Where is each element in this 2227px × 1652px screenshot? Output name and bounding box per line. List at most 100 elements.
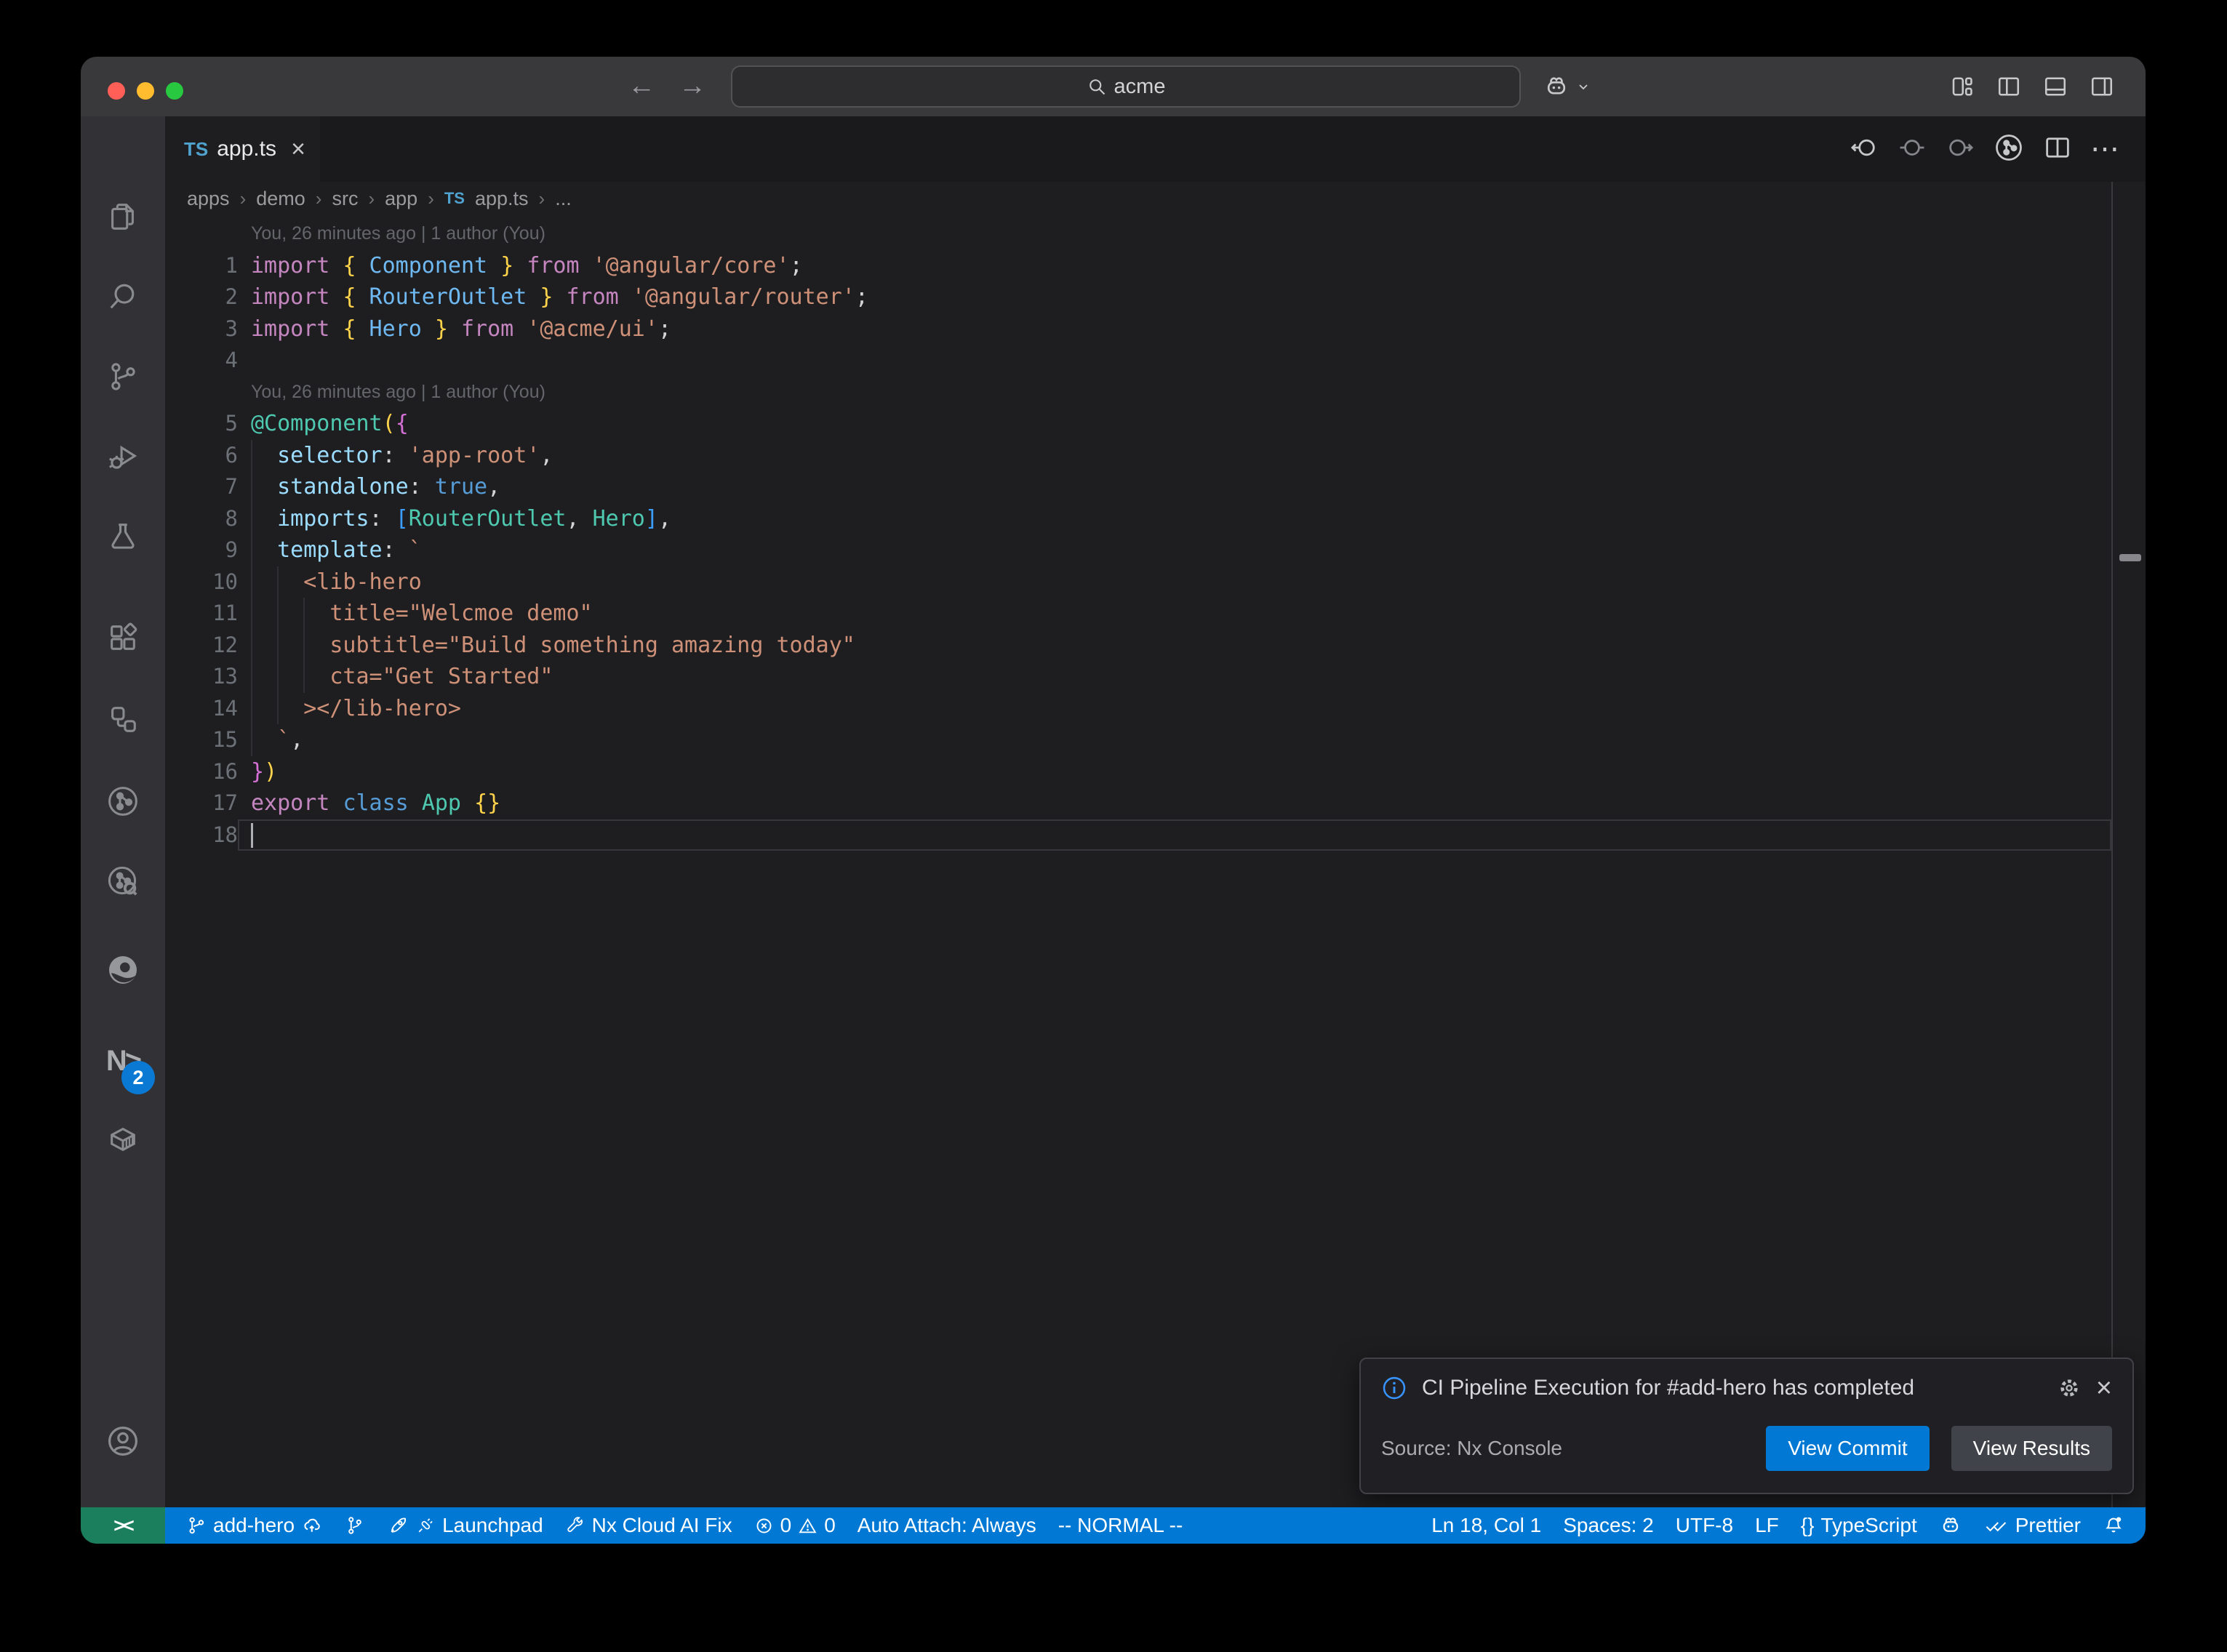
code-line[interactable]: 6 selector: 'app-root', <box>165 440 2111 472</box>
remote-indicator[interactable]: >< <box>81 1507 165 1544</box>
encoding-item[interactable]: UTF-8 <box>1665 1507 1744 1544</box>
notification-source: Source: Nx Console <box>1381 1437 1766 1460</box>
eol-item[interactable]: LF <box>1744 1507 1790 1544</box>
indent-guide <box>251 598 252 630</box>
nx-console-icon[interactable]: N> 2 <box>92 1030 153 1091</box>
copilot-status-item[interactable] <box>1928 1507 1973 1544</box>
code-line[interactable]: 11 title="Welcmoe demo" <box>165 598 2111 630</box>
indent-guide <box>303 661 305 693</box>
minimize-window-button[interactable] <box>137 82 154 100</box>
code-line[interactable]: 10 <lib-hero <box>165 566 2111 598</box>
code-line[interactable]: 3import { Hero } from '@acme/ui'; <box>165 313 2111 345</box>
copilot-menu[interactable] <box>1543 57 1591 116</box>
explorer-icon[interactable] <box>92 186 153 247</box>
timeline-current-icon[interactable] <box>1897 132 1927 167</box>
window-controls <box>108 82 183 100</box>
extensions-icon[interactable] <box>92 607 153 668</box>
vim-mode-item[interactable]: -- NORMAL -- <box>1047 1507 1194 1544</box>
notifications-bell-item[interactable] <box>2092 1507 2135 1544</box>
code-line[interactable]: 15 `, <box>165 724 2111 756</box>
testing-icon[interactable] <box>92 506 153 567</box>
code-line[interactable]: 1import { Component } from '@angular/cor… <box>165 250 2111 282</box>
toggle-secondary-sidebar-icon[interactable] <box>2089 73 2115 100</box>
cursor-position-item[interactable]: Ln 18, Col 1 <box>1420 1507 1552 1544</box>
view-results-button[interactable]: View Results <box>1951 1426 2112 1471</box>
problems-item[interactable]: 0 0 <box>743 1507 847 1544</box>
history-forward-button[interactable]: → <box>674 57 711 116</box>
git-branch-item[interactable]: add-hero <box>175 1507 334 1544</box>
nx-graph-search-icon[interactable] <box>92 851 153 912</box>
wrench-icon <box>565 1515 585 1536</box>
timeline-back-icon[interactable] <box>1849 132 1879 167</box>
editor-scrollbar[interactable] <box>2111 182 2146 1507</box>
toggle-panel-icon[interactable] <box>2042 73 2068 100</box>
maximize-window-button[interactable] <box>166 82 183 100</box>
prettier-item[interactable]: Prettier <box>1973 1507 2092 1544</box>
code-editor[interactable]: You, 26 minutes ago | 1 author (You) 1imp… <box>165 218 2111 851</box>
git-graph-item[interactable] <box>334 1507 376 1544</box>
close-window-button[interactable] <box>108 82 125 100</box>
breadcrumb-separator: › <box>428 188 434 210</box>
source-control-icon[interactable] <box>92 346 153 407</box>
timeline-forward-icon[interactable] <box>1945 132 1975 167</box>
indent-guide <box>251 724 252 756</box>
split-editor-icon[interactable] <box>2042 132 2073 167</box>
account-icon[interactable] <box>92 1411 153 1472</box>
breadcrumb-separator: › <box>539 188 545 210</box>
tab-app-ts[interactable]: TS app.ts × <box>165 116 320 182</box>
code-line[interactable]: 4 <box>165 345 2111 377</box>
auto-attach-item[interactable]: Auto Attach: Always <box>847 1507 1047 1544</box>
breadcrumb-item[interactable]: demo <box>256 188 305 210</box>
rocket-icon <box>387 1515 409 1536</box>
line-number: 14 <box>165 693 238 725</box>
vscode-window: ← → acme <box>81 57 2146 1544</box>
code-line[interactable]: 7 standalone: true, <box>165 471 2111 503</box>
customize-layout-icon[interactable] <box>1949 73 1975 100</box>
project-references-icon[interactable] <box>92 689 153 750</box>
more-actions-icon[interactable]: ⋯ <box>2090 135 2119 164</box>
code-line[interactable]: 18 <box>165 819 2111 851</box>
code-line[interactable]: 5@Component({ <box>165 408 2111 440</box>
indent-guide <box>277 661 279 693</box>
code-line[interactable]: 12 subtitle="Build something amazing tod… <box>165 630 2111 662</box>
code-line[interactable]: 13 cta="Get Started" <box>165 661 2111 693</box>
code-line[interactable]: 14 ></lib-hero> <box>165 693 2111 725</box>
line-number: 6 <box>165 440 238 472</box>
warning-count: 0 <box>824 1514 836 1537</box>
breadcrumb-item[interactable]: src <box>332 188 358 210</box>
close-tab-icon[interactable]: × <box>291 135 305 164</box>
code-line[interactable]: 8 imports: [RouterOutlet, Hero], <box>165 503 2111 535</box>
toggle-primary-sidebar-icon[interactable] <box>1996 73 2022 100</box>
nx-graph-action-icon[interactable] <box>1993 132 2025 167</box>
indent-guide <box>251 440 252 472</box>
indent-guide <box>251 566 252 598</box>
breadcrumb-item[interactable]: app.ts <box>475 188 529 210</box>
language-mode-item[interactable]: {} TypeScript <box>1790 1507 1928 1544</box>
notification-close-icon[interactable]: × <box>2096 1377 2112 1399</box>
code-line[interactable]: 16}) <box>165 756 2111 788</box>
line-number: 2 <box>165 281 238 313</box>
containers-icon[interactable] <box>92 1109 153 1170</box>
breadcrumb-item[interactable]: apps <box>187 188 230 210</box>
line-number: 13 <box>165 661 238 693</box>
notification-settings-gear-icon[interactable] <box>2057 1376 2082 1400</box>
code-line[interactable]: 17export class App {} <box>165 787 2111 819</box>
indentation-item[interactable]: Spaces: 2 <box>1552 1507 1665 1544</box>
breadcrumb-item[interactable]: app <box>385 188 417 210</box>
edge-browser-icon[interactable] <box>92 939 153 1001</box>
launchpad-item[interactable]: Launchpad <box>376 1507 554 1544</box>
search-view-icon[interactable] <box>92 266 153 327</box>
command-center-search[interactable]: acme <box>731 65 1521 108</box>
breadcrumb: apps › demo › src › app › TS app.ts › ..… <box>165 182 2111 215</box>
code-line[interactable]: 2import { RouterOutlet } from '@angular/… <box>165 281 2111 313</box>
breadcrumb-item[interactable]: ... <box>555 188 572 210</box>
line-number: 12 <box>165 630 238 662</box>
code-line[interactable]: 9 template: ` <box>165 534 2111 566</box>
view-commit-button[interactable]: View Commit <box>1766 1426 1929 1471</box>
run-debug-icon[interactable] <box>92 426 153 487</box>
blame-annotation: You, 26 minutes ago | 1 author (You) <box>165 377 2111 409</box>
nx-cloud-ai-fix-item[interactable]: Nx Cloud AI Fix <box>554 1507 743 1544</box>
history-back-button[interactable]: ← <box>623 57 660 116</box>
nx-project-graph-icon[interactable] <box>92 771 153 832</box>
indent-guide <box>251 471 252 503</box>
